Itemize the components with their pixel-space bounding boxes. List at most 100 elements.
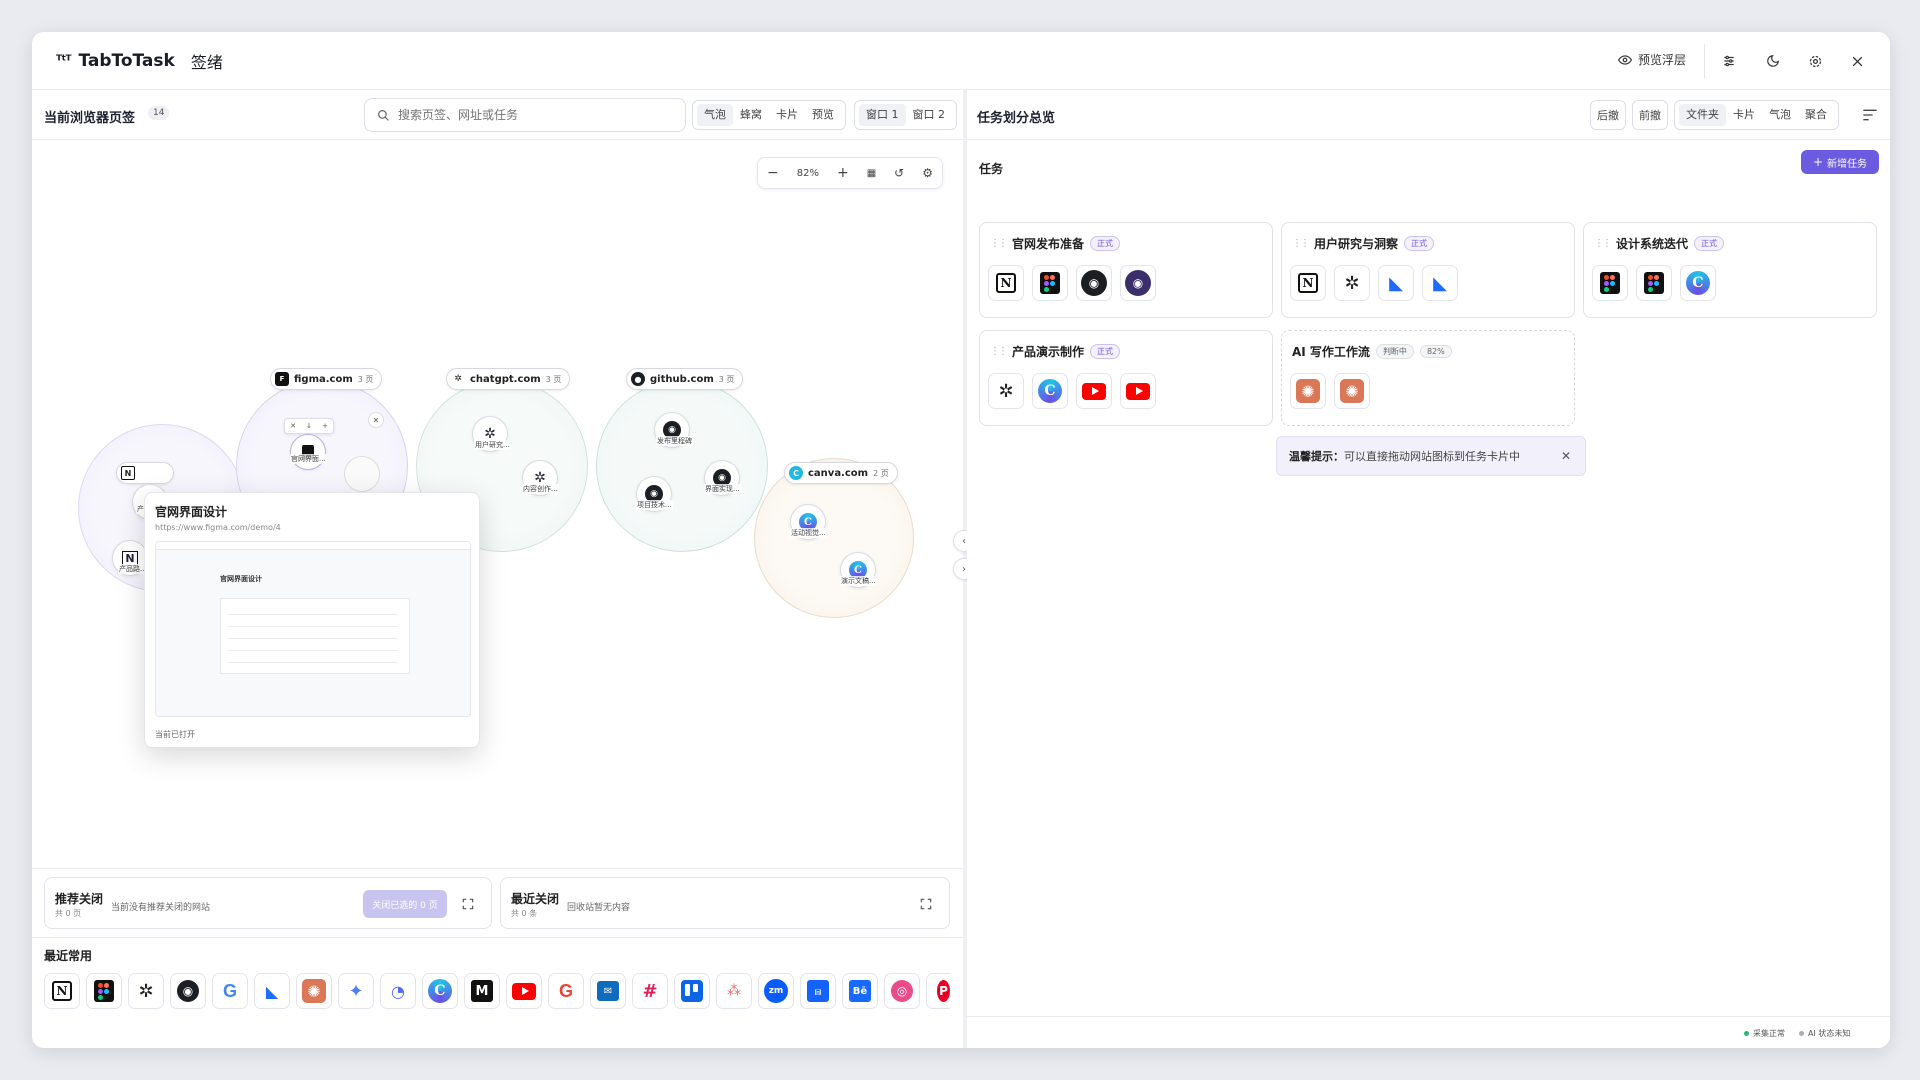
hint-close-icon[interactable]: ✕ [1561, 449, 1571, 463]
youtube-icon [512, 982, 536, 1000]
search-input[interactable] [398, 108, 658, 122]
task-site[interactable]: N [988, 265, 1024, 301]
recent-site[interactable]: ✦ [338, 973, 374, 1009]
domain-chip-notion[interactable]: N [116, 462, 174, 484]
sort-icon[interactable] [1862, 108, 1878, 122]
recent-site[interactable]: C [422, 973, 458, 1009]
domain-chip-canva[interactable]: C canva.com 2 页 [784, 462, 898, 484]
recent-site[interactable] [674, 973, 710, 1009]
recent-site[interactable]: G [212, 973, 248, 1009]
figma-icon [1644, 272, 1664, 294]
bubble-close-button[interactable]: ✕ [368, 412, 384, 428]
task-view-card[interactable]: 卡片 [1726, 104, 1762, 126]
search-box[interactable] [364, 98, 686, 132]
figma-tab-node[interactable] [290, 434, 326, 470]
recent-site[interactable] [506, 973, 542, 1009]
recent-site[interactable]: ◎ [884, 973, 920, 1009]
expand-icon[interactable] [461, 897, 475, 911]
recent-site[interactable]: N [44, 973, 80, 1009]
task-view-bubble[interactable]: 气泡 [1762, 104, 1798, 126]
node-add-icon[interactable]: + [322, 422, 328, 430]
task-site[interactable]: ◉ [1120, 265, 1156, 301]
recent-site[interactable]: ✺ [296, 973, 332, 1009]
task-site[interactable]: ◉ [1076, 265, 1112, 301]
task-card-pending[interactable]: AI 写作工作流 判断中 82% ✺ ✺ [1281, 330, 1575, 426]
undo-button[interactable]: 后撤 [1590, 100, 1626, 130]
canvas-settings-icon[interactable]: ⚙ [922, 166, 933, 180]
claude-icon: ✺ [1296, 379, 1320, 403]
new-task-button[interactable]: + 新增任务 [1801, 150, 1879, 174]
recent-site[interactable]: P [926, 973, 950, 1009]
window-tab-2[interactable]: 窗口 2 [906, 104, 953, 126]
task-site[interactable]: ✺ [1290, 373, 1326, 409]
zoom-in-button[interactable]: + [837, 165, 849, 181]
view-mode-preview[interactable]: 预览 [805, 104, 841, 126]
task-site[interactable]: C [1680, 265, 1716, 301]
task-view-folder[interactable]: 文件夹 [1679, 104, 1726, 126]
recently-closed-panel: 最近关闭 共 0 条 回收站暂无内容 [500, 877, 950, 929]
task-site[interactable] [1636, 265, 1672, 301]
recent-site[interactable]: ◔ [380, 973, 416, 1009]
node-pin-icon[interactable]: ↓ [306, 422, 312, 430]
task-card[interactable]: ⋮⋮ 设计系统迭代 正式 C [1583, 222, 1877, 318]
drag-handle-icon[interactable]: ⋮⋮ [1594, 238, 1612, 249]
zoom-out-button[interactable]: − [767, 165, 779, 181]
redo-button[interactable]: 前撤 [1632, 100, 1668, 130]
drag-handle-icon[interactable]: ⋮⋮ [1292, 238, 1310, 249]
task-site[interactable]: C [1032, 373, 1068, 409]
task-site[interactable]: ✺ [1334, 373, 1370, 409]
recent-site[interactable] [86, 973, 122, 1009]
task-confidence-badge: 82% [1419, 345, 1452, 358]
domain-chip-github[interactable]: ● github.com 3 页 [626, 368, 744, 390]
task-site[interactable]: ◣ [1378, 265, 1414, 301]
view-mode-honeycomb[interactable]: 蜂窝 [733, 104, 769, 126]
recent-site[interactable]: # [632, 973, 668, 1009]
task-status-badge: 正式 [1090, 344, 1121, 359]
recent-site[interactable]: ⩎ [800, 973, 836, 1009]
preview-overlay-button[interactable]: 预览浮层 [1618, 51, 1686, 68]
recent-site[interactable]: ✲ [128, 973, 164, 1009]
task-site[interactable]: ✲ [988, 373, 1024, 409]
task-card[interactable]: ⋮⋮ 官网发布准备 正式 N ◉ ◉ [979, 222, 1273, 318]
figma-tab-node-hidden[interactable] [344, 456, 380, 492]
domain-chip-chatgpt[interactable]: ✲ chatgpt.com 3 页 [446, 368, 571, 390]
task-site[interactable]: N [1290, 265, 1326, 301]
task-card[interactable]: ⋮⋮ 用户研究与洞察 正式 N ✲ ◣ ◣ [1281, 222, 1575, 318]
github-bubble[interactable] [596, 380, 768, 552]
recently-closed-desc: 回收站暂无内容 [567, 903, 631, 913]
filter-settings-button[interactable] [1718, 50, 1740, 72]
task-site[interactable] [1592, 265, 1628, 301]
task-panel-title: 任务划分总览 [977, 111, 1056, 126]
recent-site[interactable]: ◉ [170, 973, 206, 1009]
close-window-button[interactable] [1846, 50, 1868, 72]
task-site[interactable] [1076, 373, 1112, 409]
expand-icon[interactable] [919, 897, 933, 911]
drag-handle-icon[interactable]: ⋮⋮ [990, 346, 1008, 357]
task-site[interactable] [1032, 265, 1068, 301]
view-mode-bubble[interactable]: 气泡 [697, 104, 733, 126]
domain-chip-figma[interactable]: F figma.com 3 页 [270, 368, 383, 390]
task-site[interactable]: ✲ [1334, 265, 1370, 301]
node-close-icon[interactable]: ✕ [290, 422, 296, 430]
close-selected-button[interactable]: 关闭已选的 0 页 [363, 890, 447, 918]
recent-site[interactable]: ✉ [590, 973, 626, 1009]
recent-site[interactable]: ◣ [254, 973, 290, 1009]
dark-mode-button[interactable] [1762, 50, 1784, 72]
recent-site[interactable]: M [464, 973, 500, 1009]
settings-button[interactable] [1804, 50, 1826, 72]
grid-layout-icon[interactable]: ▦ [867, 168, 876, 179]
task-site[interactable]: ◣ [1422, 265, 1458, 301]
task-card[interactable]: ⋮⋮ 产品演示制作 正式 ✲ C [979, 330, 1273, 426]
reset-icon[interactable]: ↺ [894, 166, 904, 180]
tab-preview-popup[interactable]: 官网界面设计 https://www.figma.com/demo/4 官网界面… [144, 492, 480, 748]
recent-site[interactable]: ⁂ [716, 973, 752, 1009]
drag-handle-icon[interactable]: ⋮⋮ [990, 238, 1008, 249]
gear-icon [1809, 55, 1821, 67]
view-mode-card[interactable]: 卡片 [769, 104, 805, 126]
task-view-aggregate[interactable]: 聚合 [1798, 104, 1834, 126]
recent-site[interactable]: Bē [842, 973, 878, 1009]
task-site[interactable] [1120, 373, 1156, 409]
window-tab-1[interactable]: 窗口 1 [859, 104, 906, 126]
recent-site[interactable]: zm [758, 973, 794, 1009]
recent-site[interactable]: G [548, 973, 584, 1009]
